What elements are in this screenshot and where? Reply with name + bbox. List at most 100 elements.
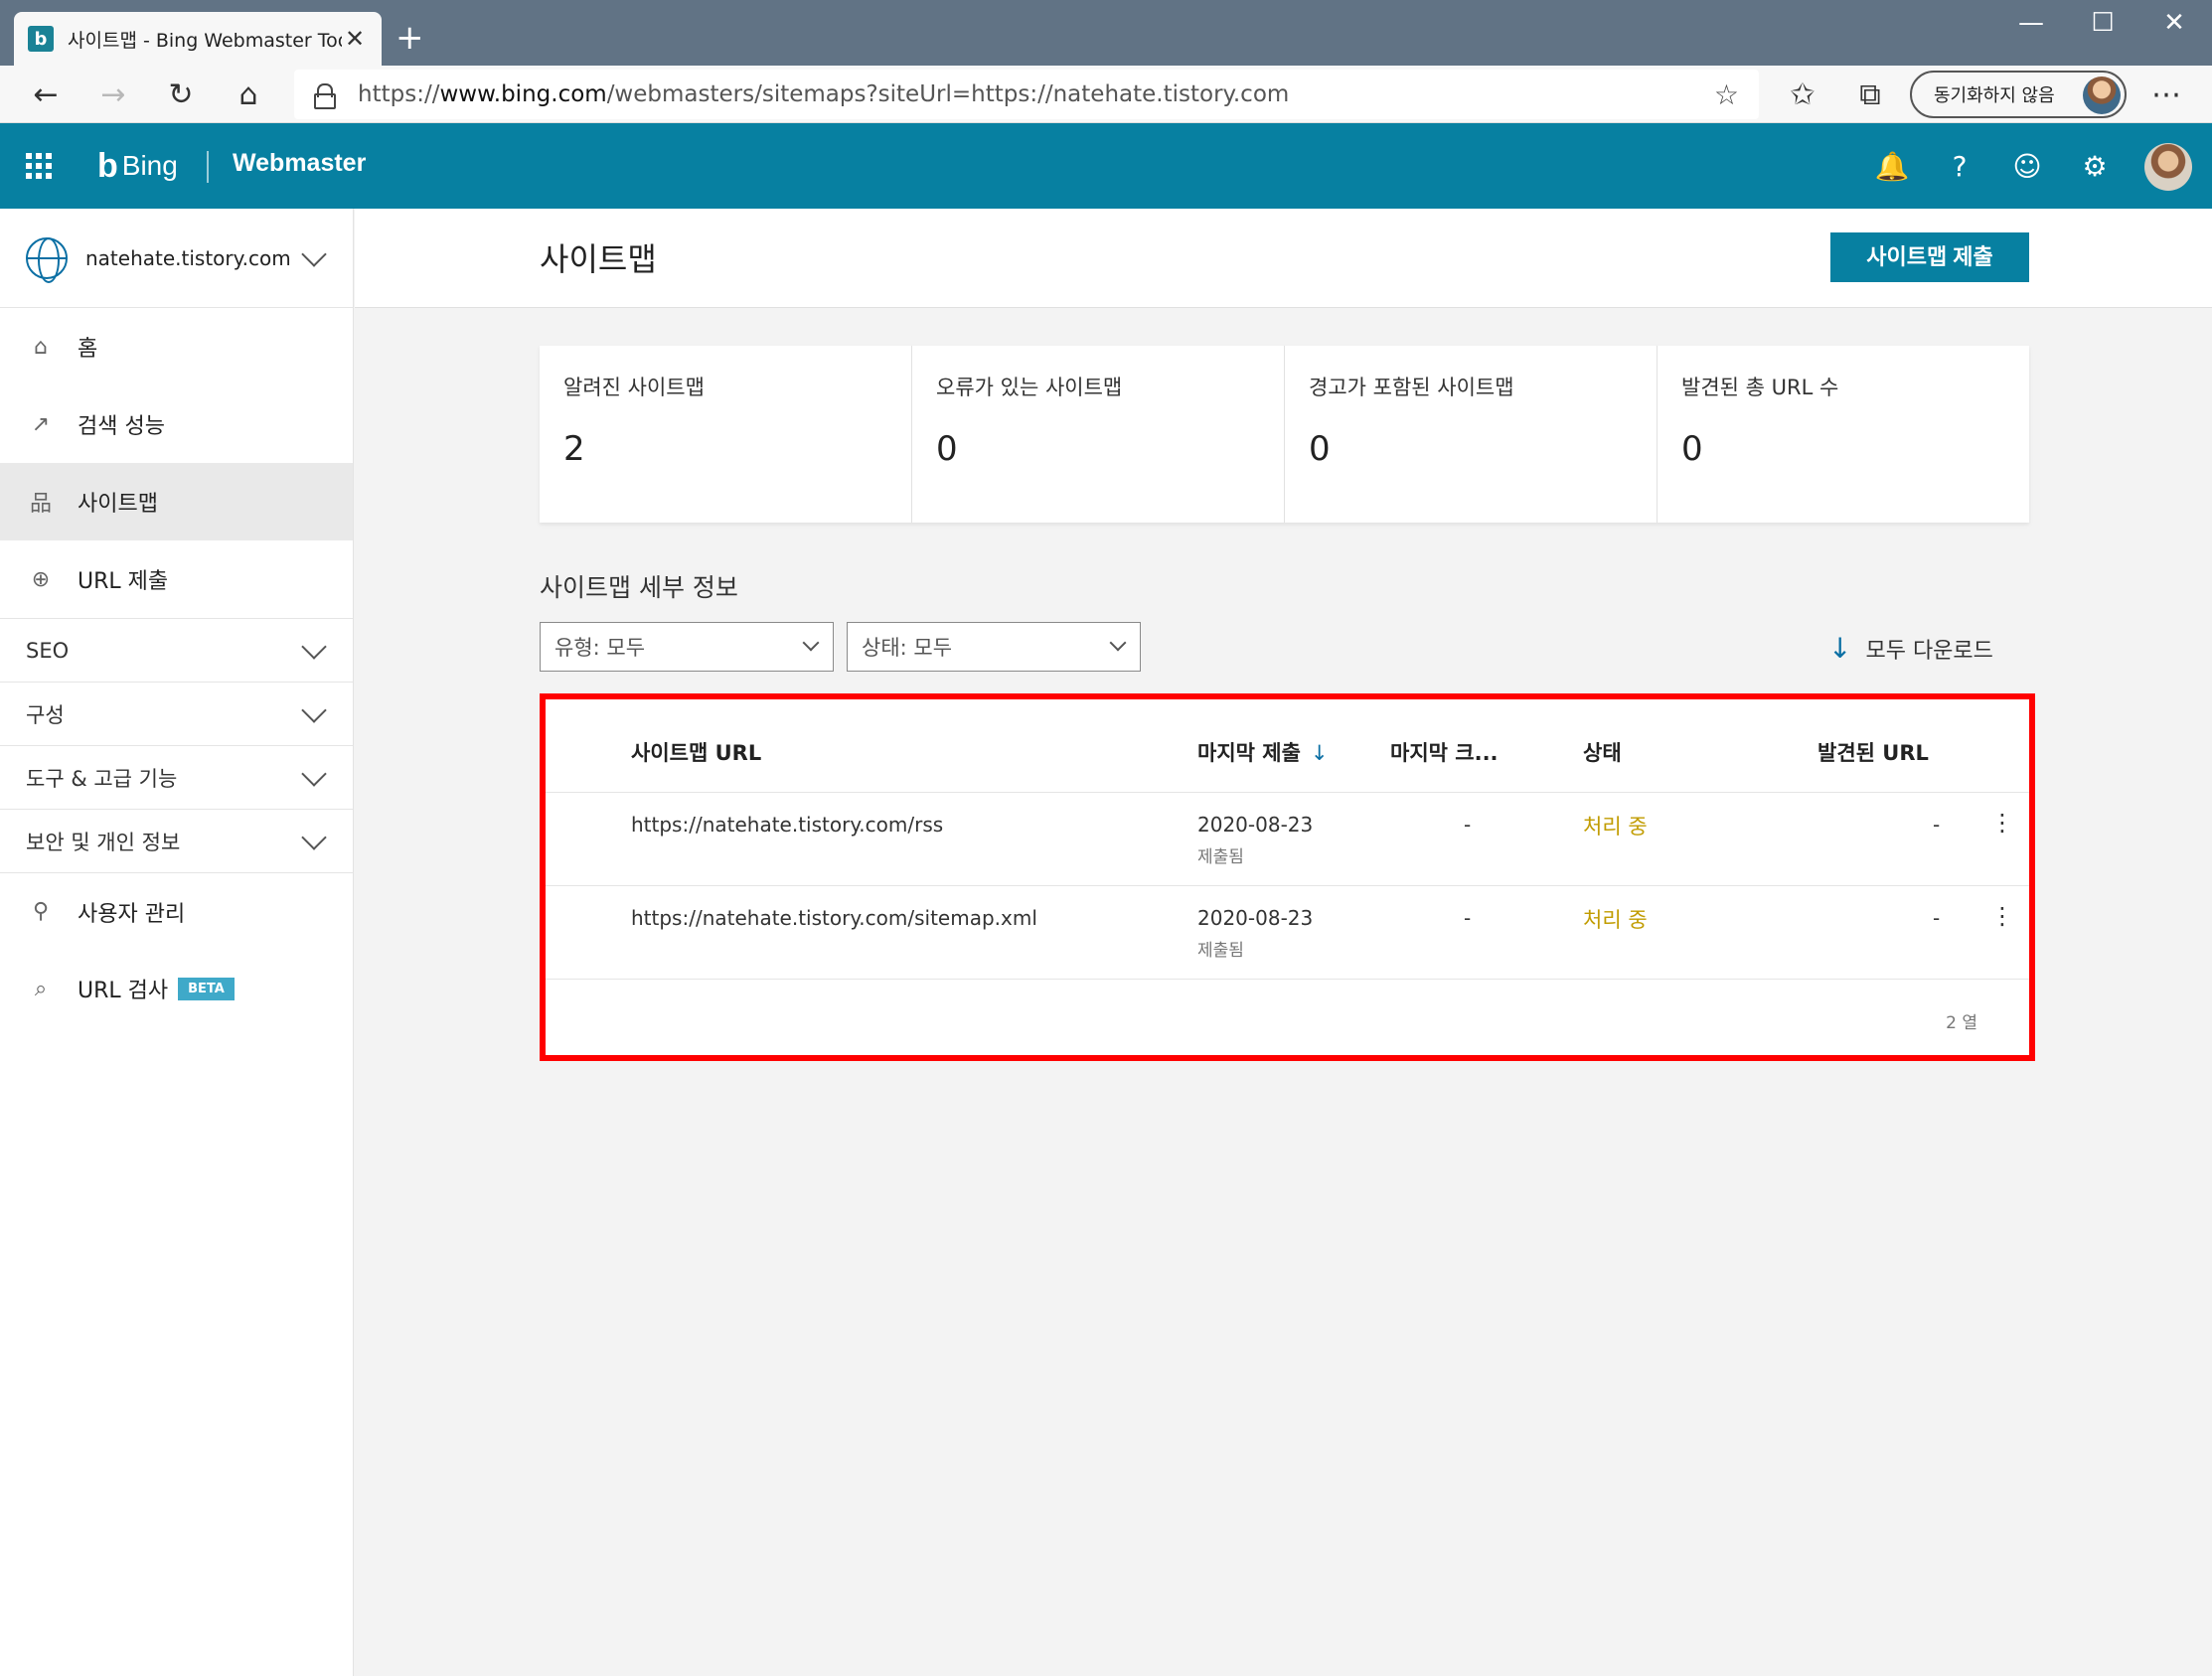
profile-avatar bbox=[2083, 76, 2121, 114]
product-title[interactable]: Webmaster bbox=[233, 149, 366, 178]
dropdown-value: 상태: 모두 bbox=[862, 636, 953, 660]
last-crawled-cell: - bbox=[1464, 906, 1472, 930]
status-filter-dropdown[interactable]: 상태: 모두 bbox=[847, 622, 1141, 672]
download-icon: ↓ bbox=[1828, 632, 1852, 665]
lock-icon[interactable] bbox=[314, 83, 336, 109]
stat-value: 0 bbox=[1309, 429, 1331, 469]
bing-favicon-icon: b bbox=[28, 26, 54, 52]
maximize-icon[interactable]: ☐ bbox=[2083, 8, 2123, 38]
dropdown-value: 유형: 모두 bbox=[554, 636, 646, 660]
minimize-icon[interactable]: — bbox=[2011, 8, 2051, 38]
download-all-button[interactable]: ↓ 모두 다운로드 bbox=[1828, 632, 1993, 665]
last-submitted-cell: 2020-08-23 제출됨 bbox=[1197, 906, 1314, 961]
stat-label: 오류가 있는 사이트맵 bbox=[936, 376, 1123, 399]
sitemap-icon: 品 bbox=[29, 492, 52, 517]
tab-close-icon[interactable]: ✕ bbox=[342, 25, 368, 53]
search-icon: ⌕ bbox=[34, 976, 48, 1001]
url-field[interactable]: https://www.bing.com/webmasters/sitemaps… bbox=[294, 70, 1759, 119]
page-header: 사이트맵 사이트맵 제출 bbox=[355, 209, 2212, 308]
column-header-sitemap-url[interactable]: 사이트맵 URL bbox=[631, 737, 761, 767]
sidebar-section-tools[interactable]: 도구 & 고급 기능 bbox=[0, 745, 353, 809]
refresh-icon[interactable]: ↻ bbox=[161, 76, 201, 115]
browser-tab[interactable]: b 사이트맵 - Bing Webmaster Tool ✕ bbox=[14, 12, 382, 66]
url-text: https://www.bing.com/webmasters/sitemaps… bbox=[358, 81, 1290, 107]
back-icon[interactable]: ← bbox=[26, 76, 66, 115]
section-label: SEO bbox=[26, 638, 70, 663]
section-label: 보안 및 개인 정보 bbox=[26, 830, 181, 854]
stat-card-known-sitemaps: 알려진 사이트맵 2 bbox=[540, 346, 912, 523]
favorites-icon[interactable]: ✩ bbox=[1783, 76, 1822, 115]
home-icon: ⌂ bbox=[34, 334, 48, 360]
discovered-urls-cell: - bbox=[1933, 906, 1941, 930]
type-filter-dropdown[interactable]: 유형: 모두 bbox=[540, 622, 834, 672]
status-cell: 처리 중 bbox=[1583, 908, 1648, 932]
app-launcher-icon[interactable] bbox=[26, 153, 52, 179]
stat-card-total-urls: 발견된 총 URL 수 0 bbox=[1658, 346, 2029, 523]
home-icon[interactable]: ⌂ bbox=[229, 76, 268, 115]
chevron-down-icon bbox=[301, 633, 327, 660]
section-title: 사이트맵 세부 정보 bbox=[540, 573, 738, 602]
section-label: 구성 bbox=[26, 702, 65, 727]
last-crawled-cell: - bbox=[1464, 813, 1472, 837]
collections-icon[interactable]: ⧉ bbox=[1850, 76, 1890, 115]
help-icon[interactable]: ? bbox=[1938, 145, 1981, 189]
discovered-urls-cell: - bbox=[1933, 813, 1941, 837]
forward-icon[interactable]: → bbox=[93, 76, 133, 115]
row-more-icon[interactable]: ⋮ bbox=[1990, 902, 2014, 930]
column-header-last-submitted[interactable]: 마지막 제출 ↓ bbox=[1197, 737, 1329, 767]
address-toolbar: ← → ↻ ⌂ https://www.bing.com/webmasters/… bbox=[0, 66, 2212, 123]
more-menu-icon[interactable]: ⋯ bbox=[2146, 76, 2186, 115]
sidebar-item-search-performance[interactable]: ↗ 검색 성능 bbox=[0, 385, 353, 463]
sidebar-section-configuration[interactable]: 구성 bbox=[0, 682, 353, 745]
row-more-icon[interactable]: ⋮ bbox=[1990, 809, 2014, 837]
sidebar-item-sitemaps[interactable]: 品 사이트맵 bbox=[0, 463, 353, 540]
chevron-down-icon bbox=[802, 634, 820, 652]
sitemap-table: 사이트맵 URL 마지막 제출 ↓ 마지막 크... 상태 발견된 URL htt… bbox=[540, 693, 2035, 1061]
stat-label: 알려진 사이트맵 bbox=[563, 376, 705, 399]
chevron-down-icon bbox=[301, 824, 327, 850]
app-header: b Bing Webmaster 🔔 ? ☺ ⚙ bbox=[0, 123, 2212, 209]
notification-bell-icon[interactable]: 🔔 bbox=[1870, 145, 1914, 189]
sidebar-item-label: 검색 성능 bbox=[78, 414, 165, 439]
new-tab-button[interactable]: + bbox=[395, 18, 424, 58]
globe-icon bbox=[26, 236, 68, 283]
sidebar-item-user-management[interactable]: ⚲ 사용자 관리 bbox=[0, 872, 353, 950]
stat-value: 2 bbox=[563, 429, 585, 469]
tab-title: 사이트맵 - Bing Webmaster Tool bbox=[68, 29, 342, 52]
sitemap-url-cell[interactable]: https://natehate.tistory.com/sitemap.xml bbox=[631, 906, 1037, 930]
feedback-smiley-icon[interactable]: ☺ bbox=[2005, 145, 2049, 189]
favorite-star-icon[interactable]: ☆ bbox=[1714, 78, 1739, 111]
stat-card-sitemaps-with-warnings: 경고가 포함된 사이트맵 0 bbox=[1285, 346, 1658, 523]
status-cell: 처리 중 bbox=[1583, 815, 1648, 838]
sidebar-item-url-inspection[interactable]: ⌕ URL 검사 BETA bbox=[0, 950, 353, 1027]
submit-sitemap-button[interactable]: 사이트맵 제출 bbox=[1830, 232, 2029, 282]
sidebar-item-url-submission[interactable]: ⊕ URL 제출 bbox=[0, 540, 353, 618]
table-row[interactable]: https://natehate.tistory.com/rss 2020-08… bbox=[546, 793, 2029, 886]
sync-profile-button[interactable]: 동기화하지 않음 bbox=[1910, 71, 2127, 118]
column-header-status[interactable]: 상태 bbox=[1583, 737, 1622, 767]
stat-value: 0 bbox=[936, 429, 958, 469]
page-title: 사이트맵 bbox=[540, 240, 657, 278]
bing-logo[interactable]: b Bing bbox=[97, 143, 178, 189]
settings-gear-icon[interactable]: ⚙ bbox=[2073, 145, 2117, 189]
chevron-down-icon bbox=[301, 240, 327, 267]
header-divider bbox=[207, 151, 209, 183]
user-avatar[interactable] bbox=[2144, 143, 2192, 191]
column-header-last-crawled[interactable]: 마지막 크... bbox=[1390, 737, 1499, 767]
stats-cards: 알려진 사이트맵 2 오류가 있는 사이트맵 0 경고가 포함된 사이트맵 0 … bbox=[540, 346, 2029, 523]
site-selector[interactable]: natehate.tistory.com bbox=[0, 209, 353, 308]
sidebar-section-seo[interactable]: SEO bbox=[0, 618, 353, 682]
chevron-down-icon bbox=[301, 696, 327, 723]
sitemap-url-cell[interactable]: https://natehate.tistory.com/rss bbox=[631, 813, 943, 837]
browser-tab-bar: b 사이트맵 - Bing Webmaster Tool ✕ + — ☐ ✕ bbox=[0, 0, 2212, 66]
stat-card-sitemaps-with-errors: 오류가 있는 사이트맵 0 bbox=[912, 346, 1285, 523]
table-row[interactable]: https://natehate.tistory.com/sitemap.xml… bbox=[546, 886, 2029, 980]
sidebar: natehate.tistory.com ⌂ 홈 ↗ 검색 성능 品 사이트맵 … bbox=[0, 209, 354, 1676]
window-close-icon[interactable]: ✕ bbox=[2154, 8, 2194, 38]
sidebar-section-security-privacy[interactable]: 보안 및 개인 정보 bbox=[0, 809, 353, 872]
column-header-discovered-urls[interactable]: 발견된 URL bbox=[1817, 737, 1929, 767]
stat-label: 경고가 포함된 사이트맵 bbox=[1309, 376, 1514, 399]
sidebar-item-home[interactable]: ⌂ 홈 bbox=[0, 308, 353, 385]
sidebar-item-label: 사이트맵 bbox=[78, 492, 158, 517]
stat-label: 발견된 총 URL 수 bbox=[1681, 376, 1839, 399]
